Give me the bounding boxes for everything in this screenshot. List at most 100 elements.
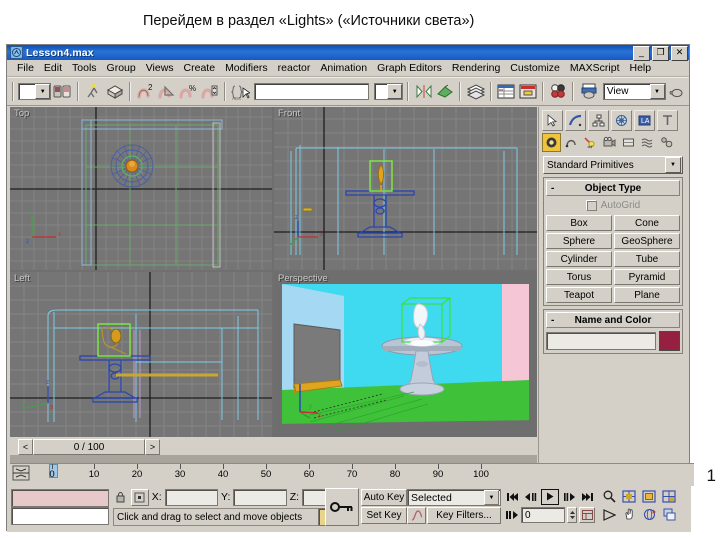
- motion-tab[interactable]: [611, 109, 632, 131]
- cone-button[interactable]: Cone: [614, 215, 680, 231]
- autogrid-checkbox[interactable]: [585, 200, 597, 211]
- open-mini-curve-editor-icon[interactable]: [12, 465, 30, 481]
- layer-manager-icon[interactable]: [465, 81, 486, 102]
- minimize-button[interactable]: _: [633, 46, 650, 61]
- bind-space-warp-icon[interactable]: [83, 81, 104, 102]
- set-key-button[interactable]: Set Key: [361, 507, 407, 524]
- space-warps-icon[interactable]: [639, 134, 656, 151]
- close-button[interactable]: ✕: [671, 46, 688, 61]
- autogrid-row[interactable]: AutoGrid: [546, 198, 680, 213]
- lock-icon[interactable]: [113, 490, 128, 505]
- menu-item-customize[interactable]: Customize: [505, 62, 565, 74]
- menu-item-file[interactable]: File: [12, 62, 39, 74]
- zoom-icon[interactable]: [601, 489, 617, 504]
- torus-button[interactable]: Torus: [546, 269, 612, 285]
- time-slider[interactable]: < 0 / 100 >: [18, 439, 160, 455]
- render-view-dropdown[interactable]: View ▼: [602, 83, 666, 100]
- chevron-down-icon[interactable]: ▼: [387, 84, 403, 99]
- named-selection-sets-input[interactable]: [254, 83, 369, 100]
- y-field[interactable]: [233, 488, 287, 506]
- pan-icon[interactable]: [621, 507, 637, 522]
- chevron-down-icon[interactable]: ▼: [665, 157, 681, 173]
- viewport-left[interactable]: z y x Left: [10, 272, 272, 437]
- curve-editor-icon[interactable]: [496, 81, 517, 102]
- collapse-toggle[interactable]: -: [551, 315, 554, 326]
- chevron-down-icon[interactable]: ▼: [649, 84, 665, 99]
- selection-set-dropdown[interactable]: Selected ▼: [407, 489, 501, 506]
- select-by-name-icon[interactable]: ABC: [230, 81, 251, 102]
- helpers-icon[interactable]: [620, 134, 637, 151]
- menu-item-views[interactable]: Views: [141, 62, 179, 74]
- plane-button[interactable]: Plane: [614, 287, 680, 303]
- menu-item-tools[interactable]: Tools: [67, 62, 102, 74]
- align-icon[interactable]: [435, 81, 456, 102]
- select-and-move-icon[interactable]: 2: [135, 81, 156, 102]
- zoom-all-icon[interactable]: [621, 489, 637, 504]
- spinner-snap-icon[interactable]: [199, 81, 220, 102]
- arc-rotate-icon[interactable]: [641, 507, 657, 522]
- current-frame-field[interactable]: 0: [521, 507, 565, 523]
- go-to-start-icon[interactable]: [505, 489, 520, 504]
- hierarchy-tab[interactable]: [588, 109, 609, 131]
- cameras-icon[interactable]: [601, 134, 618, 151]
- select-and-scale-icon[interactable]: %: [178, 81, 199, 102]
- quick-render-icon[interactable]: [667, 81, 688, 102]
- cylinder-button[interactable]: Cylinder: [546, 251, 612, 267]
- current-frame-spinner-icon[interactable]: [566, 507, 578, 523]
- systems-icon[interactable]: [658, 134, 675, 151]
- menu-item-reactor[interactable]: reactor: [273, 62, 316, 74]
- play-icon[interactable]: [541, 488, 559, 505]
- restore-button[interactable]: ❐: [652, 46, 669, 61]
- reference-coordinate-dropdown[interactable]: ▼: [373, 83, 404, 100]
- pyramid-button[interactable]: Pyramid: [614, 269, 680, 285]
- zoom-extents-icon[interactable]: [641, 489, 657, 504]
- time-slider-handle[interactable]: 0 / 100: [33, 439, 145, 455]
- display-tab[interactable]: LA: [634, 109, 655, 131]
- menu-item-rendering[interactable]: Rendering: [447, 62, 505, 74]
- render-scene-icon[interactable]: [578, 81, 599, 102]
- object-type-header[interactable]: - Object Type: [546, 180, 680, 196]
- menu-item-group[interactable]: Group: [102, 62, 141, 74]
- prev-frame-arrow[interactable]: <: [18, 439, 33, 455]
- menu-item-create[interactable]: Create: [179, 62, 221, 74]
- object-name-input[interactable]: [546, 332, 656, 350]
- box-button[interactable]: Box: [546, 215, 612, 231]
- animation-curve-icon[interactable]: [407, 507, 426, 524]
- chevron-down-icon[interactable]: ▼: [35, 84, 51, 99]
- next-frame-arrow[interactable]: >: [145, 439, 160, 455]
- time-ruler[interactable]: 0 10 20 30 40 50 60 70 80 90 100: [10, 463, 694, 486]
- viewport-perspective[interactable]: y x Perspective: [274, 272, 537, 437]
- shapes-icon[interactable]: [563, 134, 580, 151]
- name-and-color-header[interactable]: - Name and Color: [546, 312, 680, 328]
- modify-tab[interactable]: [565, 109, 586, 131]
- zoom-region-icon[interactable]: [661, 489, 677, 504]
- go-to-end-icon[interactable]: [580, 489, 595, 504]
- chevron-down-icon[interactable]: ▼: [484, 490, 499, 505]
- select-link-icon[interactable]: [52, 81, 73, 102]
- select-and-rotate-icon[interactable]: [156, 81, 177, 102]
- teapot-button[interactable]: Teapot: [546, 287, 612, 303]
- object-subcategory-dropdown[interactable]: Standard Primitives ▼: [543, 156, 683, 174]
- lights-icon[interactable]: [582, 134, 599, 151]
- object-color-swatch[interactable]: [659, 331, 680, 351]
- collapse-toggle[interactable]: -: [551, 183, 554, 194]
- mirror-icon[interactable]: [413, 81, 434, 102]
- absolute-relative-icon[interactable]: [130, 488, 149, 506]
- min-max-toggle-icon[interactable]: [661, 507, 677, 522]
- material-editor-icon[interactable]: [548, 81, 569, 102]
- time-configuration-icon[interactable]: [579, 507, 595, 523]
- utilities-tab[interactable]: [657, 109, 678, 131]
- select-object-icon[interactable]: [104, 81, 125, 102]
- undo-dropdown[interactable]: ▼: [17, 83, 52, 100]
- menu-item-maxscript[interactable]: MAXScript: [565, 62, 625, 74]
- geometry-icon[interactable]: [542, 133, 561, 152]
- menu-item-modifiers[interactable]: Modifiers: [220, 62, 273, 74]
- auto-key-button[interactable]: Auto Key: [361, 489, 407, 506]
- x-field[interactable]: [164, 488, 219, 506]
- key-icon[interactable]: [325, 488, 359, 526]
- create-tab[interactable]: [542, 109, 563, 131]
- geosphere-button[interactable]: GeoSphere: [614, 233, 680, 249]
- menu-item-graph-editors[interactable]: Graph Editors: [372, 62, 447, 74]
- viewport-front[interactable]: z x Front: [274, 107, 537, 270]
- menu-item-help[interactable]: Help: [625, 62, 657, 74]
